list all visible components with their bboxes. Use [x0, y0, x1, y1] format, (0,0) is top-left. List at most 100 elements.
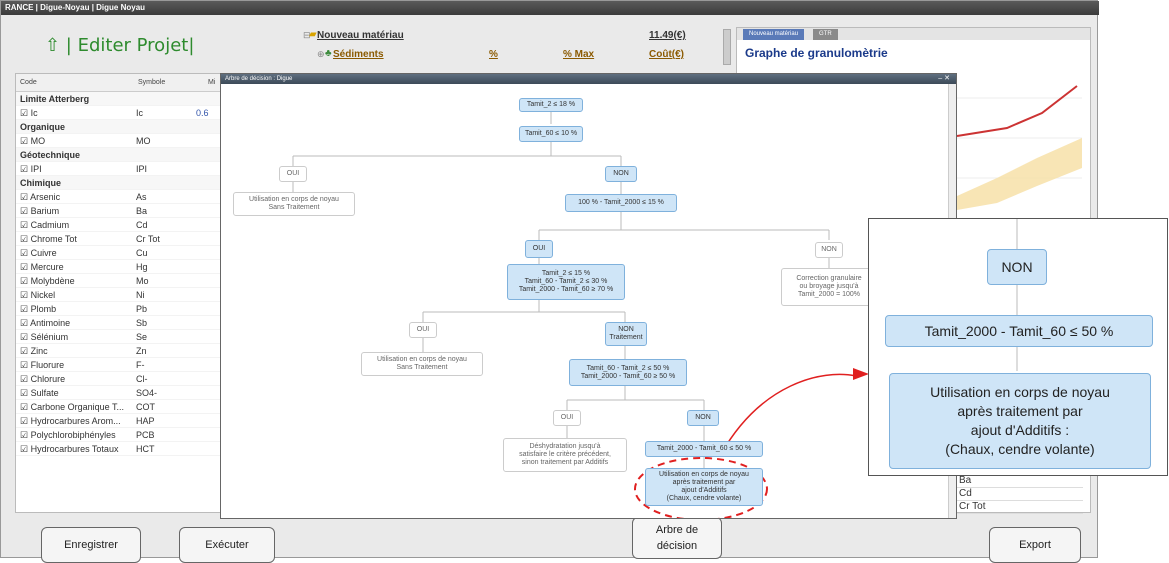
table-row[interactable]: ☑ Arsenic As — [16, 190, 224, 204]
element-list: Ba Cd Cr Tot — [953, 475, 1083, 514]
cell-code: ☑ Chlorure — [20, 374, 66, 384]
cell-code: ☑ MO — [20, 136, 46, 146]
table-row[interactable]: ☑ Polychlorobiphényles PCB — [16, 428, 224, 442]
table-row[interactable]: ☑ Barium Ba — [16, 204, 224, 218]
dialog-controls[interactable]: – ✕ — [938, 74, 950, 84]
expand-icon[interactable]: ⊕ — [317, 49, 325, 60]
table-row[interactable]: ☑ Hydrocarbures Arom... HAP — [16, 414, 224, 428]
node-result-additifs[interactable]: Utilisation en corps de noyau après trai… — [645, 468, 763, 506]
cell-symbol: HCT — [136, 444, 155, 454]
node-tamit-conditions-1[interactable]: Tamit_2 ≤ 15 % Tamit_60 - Tamit_2 ≤ 30 %… — [507, 264, 625, 300]
dialog-title-text: Arbre de décision : Digue — [225, 76, 293, 82]
table-row[interactable]: ☑ Plomb Pb — [16, 302, 224, 316]
cell-symbol: Cd — [136, 220, 148, 230]
cell-code: ☑ Fluorure — [20, 360, 65, 370]
window-title: RANCE | Digue-Noyau | Digue Noyau — [1, 1, 1099, 15]
table-row[interactable]: ☑ Hydrocarbures Totaux HCT — [16, 442, 224, 456]
decision-tree-dialog: Arbre de décision : Digue – ✕ Tamit_2 ≤ … — [220, 73, 957, 519]
node-oui-2[interactable]: OUI — [525, 240, 553, 258]
group-row[interactable]: Organique — [16, 120, 224, 134]
table-row[interactable]: ☑ Cuivre Cu — [16, 246, 224, 260]
node-non-traitement[interactable]: NON Traitement — [605, 322, 647, 346]
cell-symbol: Cl- — [136, 374, 148, 384]
group-row[interactable]: Limite Atterberg — [16, 92, 224, 106]
zoom-node-non[interactable]: NON — [987, 249, 1047, 285]
node-non-1[interactable]: NON — [605, 166, 637, 182]
node-oui-1[interactable]: OUI — [279, 166, 307, 182]
cell-symbol: As — [136, 192, 147, 202]
cell-code: Limite Atterberg — [20, 94, 90, 104]
list-item[interactable]: Cd — [953, 488, 1083, 501]
zoom-node-condition[interactable]: Tamit_2000 - Tamit_60 ≤ 50 % — [885, 315, 1153, 347]
group-row[interactable]: Géotechnique — [16, 148, 224, 162]
parameters-table: Code Symbole Mi Limite Atterberg ☑ Ic Ic 0.… — [15, 73, 225, 513]
cell-code: ☑ Chrome Tot — [20, 234, 77, 244]
material-price: 11.49(€) — [649, 30, 686, 41]
cell-code: ☑ IPI — [20, 164, 42, 174]
col-min[interactable]: Mi — [208, 79, 215, 86]
cell-code: ☑ Hydrocarbures Totaux — [20, 444, 119, 454]
node-100-tamit2000[interactable]: 100 % - Tamit_2000 ≤ 15 % — [565, 194, 677, 212]
table-row[interactable]: ☑ Sélénium Se — [16, 330, 224, 344]
cell-code: ☑ Cadmium — [20, 220, 70, 230]
node-non-3[interactable]: NON — [687, 410, 719, 426]
envelope-band — [957, 138, 1082, 210]
table-row[interactable]: ☑ Cadmium Cd — [16, 218, 224, 232]
cell-symbol: PCB — [136, 430, 155, 440]
table-row[interactable]: ☑ Ic Ic 0.6 — [16, 106, 224, 120]
new-material-link[interactable]: Nouveau matériau — [317, 30, 404, 41]
node-deshydratation[interactable]: Déshydratation jusqu'à satisfaire le cri… — [503, 438, 627, 472]
node-tamit2-18[interactable]: Tamit_2 ≤ 18 % — [519, 98, 583, 112]
materials-scrollbar[interactable] — [723, 29, 731, 65]
cell-code: Géotechnique — [20, 150, 81, 160]
table-row[interactable]: ☑ Antimoine Sb — [16, 316, 224, 330]
group-row[interactable]: Chimique — [16, 176, 224, 190]
cell-code: ☑ Zinc — [20, 346, 48, 356]
cell-symbol: Se — [136, 332, 148, 342]
node-non-2[interactable]: NON — [815, 242, 843, 258]
table-row[interactable]: ☑ Carbone Organique T... COT — [16, 400, 224, 414]
table-row[interactable]: ☑ Sulfate SO4- — [16, 386, 224, 400]
node-result-sans-traitement-2[interactable]: Utilisation en corps de noyau Sans Trait… — [361, 352, 483, 376]
table-header: Code Symbole Mi — [16, 74, 224, 92]
cell-code: ☑ Ic — [20, 108, 38, 118]
node-tamit2000-60-50[interactable]: Tamit_2000 - Tamit_60 ≤ 50 % — [645, 441, 763, 457]
cell-symbol: Hg — [136, 262, 148, 272]
table-row[interactable]: ☑ Chrome Tot Cr Tot — [16, 232, 224, 246]
table-row[interactable]: ☑ IPI IPI — [16, 162, 224, 176]
cell-symbol: Ni — [136, 290, 145, 300]
cell-symbol: Mo — [136, 276, 149, 286]
table-row[interactable]: ☑ Mercure Hg — [16, 260, 224, 274]
table-row[interactable]: ☑ MO MO — [16, 134, 224, 148]
col-code[interactable]: Code — [20, 79, 37, 86]
decision-tree-button[interactable]: Arbre de décision — [632, 517, 722, 559]
leaf-icon: ♣ — [325, 48, 332, 59]
node-oui-3[interactable]: OUI — [409, 322, 437, 338]
table-row[interactable]: ☑ Molybdène Mo — [16, 274, 224, 288]
cell-symbol: COT — [136, 402, 155, 412]
cell-code: ☑ Sélénium — [20, 332, 69, 342]
col-symbol[interactable]: Symbole — [138, 79, 165, 86]
node-correction-granulaire[interactable]: Correction granulaire ou broyage jusqu'à… — [781, 268, 877, 306]
node-oui-4[interactable]: OUI — [553, 410, 581, 426]
table-row[interactable]: ☑ Chlorure Cl- — [16, 372, 224, 386]
cell-symbol: Sb — [136, 318, 148, 328]
tree-canvas: Tamit_2 ≤ 18 % Tamit_60 ≤ 10 % OUI NON U… — [221, 84, 956, 518]
cell-code: Chimique — [20, 178, 62, 188]
cell-symbol: Ba — [136, 206, 148, 216]
sediments-link[interactable]: Sédiments — [333, 49, 384, 60]
table-row[interactable]: ☑ Nickel Ni — [16, 288, 224, 302]
node-result-sans-traitement-1[interactable]: Utilisation en corps de noyau Sans Trait… — [233, 192, 355, 216]
zoom-node-result[interactable]: Utilisation en corps de noyau après trai… — [889, 373, 1151, 469]
edit-project-title[interactable]: ⇧ | Editer Projet| — [45, 35, 194, 56]
cell-symbol: MO — [136, 136, 151, 146]
cell-code: ☑ Mercure — [20, 262, 64, 272]
table-row[interactable]: ☑ Fluorure F- — [16, 358, 224, 372]
granulometry-curve — [956, 85, 1078, 137]
list-item[interactable]: Cr Tot — [953, 501, 1083, 514]
node-tamit-conditions-2[interactable]: Tamit_60 - Tamit_2 ≤ 50 % Tamit_2000 - T… — [569, 359, 687, 386]
cell-code: ☑ Hydrocarbures Arom... — [20, 416, 121, 426]
cell-code: ☑ Plomb — [20, 304, 57, 314]
table-row[interactable]: ☑ Zinc Zn — [16, 344, 224, 358]
node-tamit60-10[interactable]: Tamit_60 ≤ 10 % — [519, 126, 583, 142]
